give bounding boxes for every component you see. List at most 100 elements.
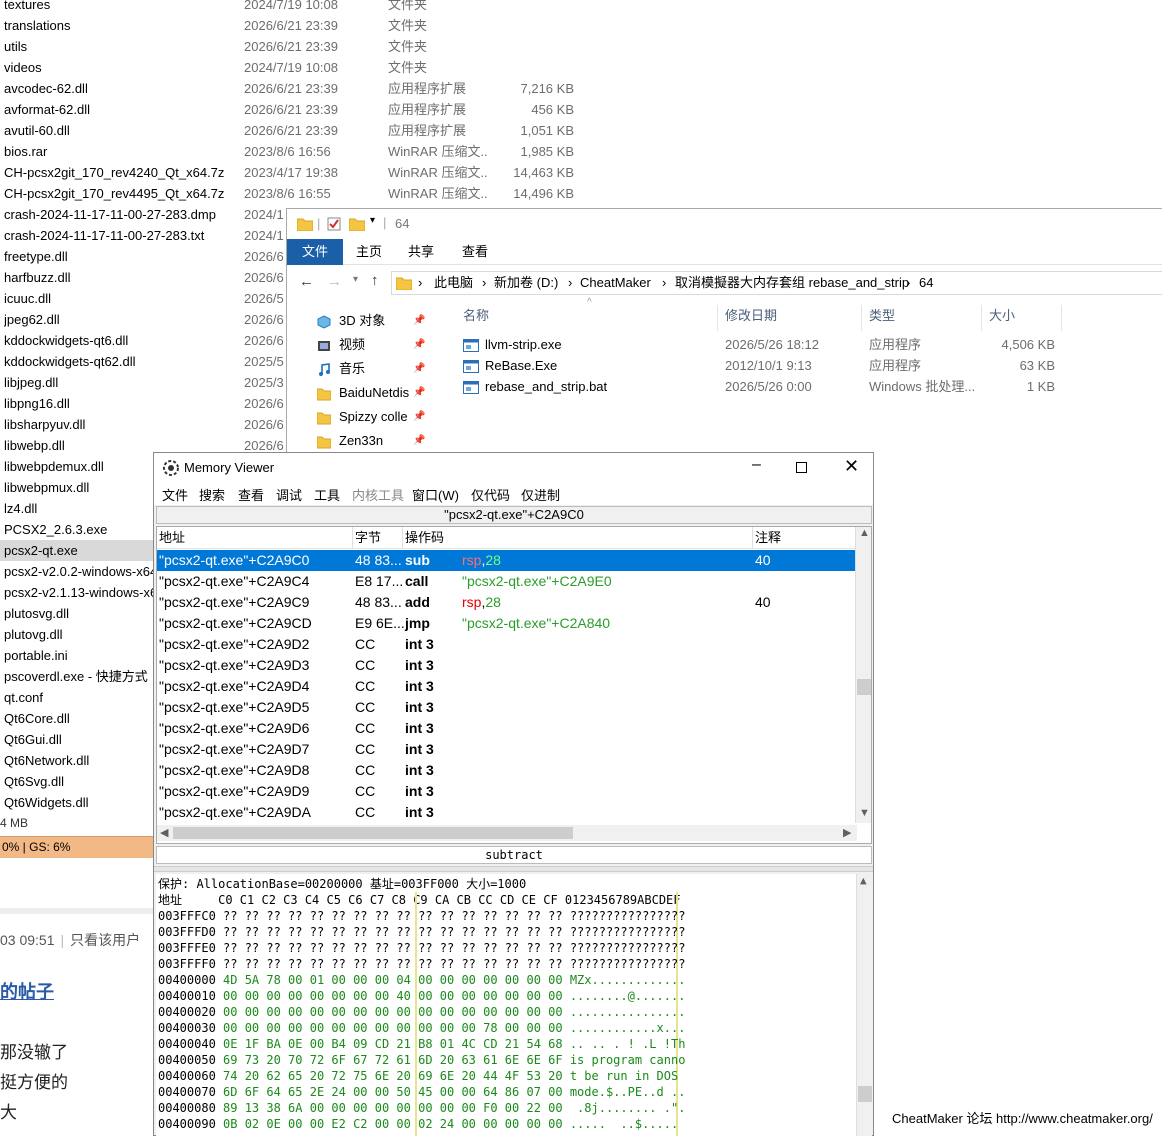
explorer-file-row[interactable]: llvm-strip.exe 2026/5/26 18:12 应用程序 4,506 K… <box>463 334 1063 355</box>
hex-line[interactable]: 00400090 0B 02 0E 00 00 E2 C2 00 00 02 2… <box>158 1116 678 1132</box>
disassembly-row[interactable]: "pcsx2-qt.exe"+C2A9C9 48 83... add rsp,28 40 <box>157 592 857 613</box>
column-bytes[interactable]: 字节 <box>353 527 403 549</box>
pin-icon[interactable]: 📌 <box>413 309 425 333</box>
hex-line[interactable]: 00400040 0E 1F BA 0E 00 B4 09 CD 21 B8 0… <box>158 1036 685 1052</box>
scroll-up-icon[interactable]: ▲ <box>860 874 867 887</box>
menu-window[interactable]: 窗口(W) <box>412 485 459 504</box>
breadcrumb-separator-icon[interactable]: › <box>568 272 572 294</box>
pin-icon[interactable]: 📌 <box>413 429 425 453</box>
forum-posts-link[interactable]: 的帖子 <box>0 978 54 1004</box>
hex-line[interactable]: 003FFFE0 ?? ?? ?? ?? ?? ?? ?? ?? ?? ?? ?… <box>158 940 685 956</box>
disassembly-row[interactable]: "pcsx2-qt.exe"+C2A9D9 CC int 3 <box>157 781 857 802</box>
forward-arrow-icon[interactable]: → <box>327 273 342 290</box>
column-separator[interactable] <box>981 305 982 331</box>
menu-kernel-tools[interactable]: 内核工具 <box>352 485 404 504</box>
hex-line[interactable]: 003FFFC0 ?? ?? ?? ?? ?? ?? ?? ?? ?? ?? ?… <box>158 908 685 924</box>
breadcrumb-this-pc[interactable]: 此电脑 <box>434 272 473 294</box>
menu-tools[interactable]: 工具 <box>314 485 340 504</box>
hex-view[interactable]: 保护: AllocationBase=00200000 基址=003FF000 … <box>156 874 872 1136</box>
disassembly-row[interactable]: "pcsx2-qt.exe"+C2A9D8 CC int 3 <box>157 760 857 781</box>
file-row[interactable]: translations 2026/6/21 23:39 文件夹 <box>0 15 590 36</box>
scrollbar-thumb[interactable] <box>857 679 871 695</box>
disassembly-row[interactable]: "pcsx2-qt.exe"+C2A9D6 CC int 3 <box>157 718 857 739</box>
address-bar[interactable]: › 此电脑 › 新加卷 (D:) › CheatMaker › 取消模擬器大内存… <box>391 271 1162 295</box>
column-comment[interactable]: 注释 <box>753 527 857 549</box>
column-address[interactable]: 地址 <box>157 527 353 549</box>
minimize-icon[interactable]: – <box>752 456 761 474</box>
tab-file[interactable]: 文件 <box>287 239 343 265</box>
hex-line[interactable]: 00400010 00 00 00 00 00 00 00 00 40 00 0… <box>158 988 685 1004</box>
scrollbar-thumb[interactable] <box>858 1086 872 1102</box>
breadcrumb-separator-icon[interactable]: › <box>482 272 486 294</box>
menu-debug[interactable]: 调试 <box>276 485 302 504</box>
hex-line[interactable]: 003FFFD0 ?? ?? ?? ?? ?? ?? ?? ?? ?? ?? ?… <box>158 924 685 940</box>
tab-share[interactable]: 共享 <box>395 239 447 265</box>
file-row[interactable]: CH-pcsx2git_170_rev4495_Qt_x64.7z 2023/8/… <box>0 183 590 204</box>
recent-locations-icon[interactable]: ▾ <box>353 274 358 285</box>
file-row[interactable]: CH-pcsx2git_170_rev4240_Qt_x64.7z 2023/4/… <box>0 162 590 183</box>
quick-access-dropdown-icon[interactable]: ▾ <box>370 215 375 226</box>
breadcrumb-cheatmaker[interactable]: CheatMaker <box>580 272 651 294</box>
hex-line[interactable]: 00400080 89 13 38 6A 00 00 00 00 00 00 0… <box>158 1100 685 1116</box>
menu-file[interactable]: 文件 <box>162 485 188 504</box>
new-folder-icon[interactable] <box>349 217 365 231</box>
disassembler-vertical-scrollbar[interactable]: ▲ ▼ <box>855 527 871 823</box>
disassembly-row[interactable]: "pcsx2-qt.exe"+C2A9CD E9 6E... jmp "pcsx2-q… <box>157 613 857 634</box>
hex-line[interactable]: 00400060 74 20 62 65 20 72 75 6E 20 69 6… <box>158 1068 685 1084</box>
scroll-right-icon[interactable]: ▶ <box>843 826 851 839</box>
file-row[interactable]: bios.rar 2023/8/6 16:56 WinRAR 压缩文... 1,985… <box>0 141 590 162</box>
operand-symbol[interactable]: "pcsx2-qt.exe"+C2A9E0 <box>462 573 612 589</box>
nav-item[interactable]: 音乐 📌 <box>317 357 427 381</box>
hex-line[interactable]: 00400000 4D 5A 78 00 01 00 00 00 04 00 0… <box>158 972 685 988</box>
breadcrumb-separator-icon[interactable]: › <box>906 272 910 294</box>
disassembly-row[interactable]: "pcsx2-qt.exe"+C2A9D2 CC int 3 <box>157 634 857 655</box>
tab-home[interactable]: 主页 <box>343 239 395 265</box>
file-row[interactable]: avcodec-62.dll 2026/6/21 23:39 应用程序扩展 7,216… <box>0 78 590 99</box>
file-row[interactable]: utils 2026/6/21 23:39 文件夹 <box>0 36 590 57</box>
properties-icon[interactable] <box>327 217 341 231</box>
disassembly-row[interactable]: "pcsx2-qt.exe"+C2A9C4 E8 17... call "pcsx2-… <box>157 571 857 592</box>
pin-icon[interactable]: 📌 <box>413 333 425 357</box>
disassembly-row[interactable]: "pcsx2-qt.exe"+C2A9D5 CC int 3 <box>157 697 857 718</box>
back-arrow-icon[interactable]: ← <box>299 273 314 290</box>
pane-splitter[interactable] <box>154 866 873 872</box>
hex-vertical-scrollbar[interactable]: ▲ <box>856 874 872 1136</box>
scroll-down-icon[interactable]: ▼ <box>859 807 870 819</box>
file-row[interactable]: avformat-62.dll 2026/6/21 23:39 应用程序扩展 456 … <box>0 99 590 120</box>
operand-symbol[interactable]: "pcsx2-qt.exe"+C2A840 <box>462 615 610 631</box>
column-separator[interactable] <box>1061 305 1062 331</box>
column-type[interactable]: 类型 <box>869 305 895 327</box>
hex-line[interactable]: 00400030 00 00 00 00 00 00 00 00 00 00 0… <box>158 1020 685 1036</box>
disassembly-row[interactable]: "pcsx2-qt.exe"+C2A9C0 48 83... sub rsp,28 40 <box>157 550 857 571</box>
disassembly-row[interactable]: "pcsx2-qt.exe"+C2A9D7 CC int 3 <box>157 739 857 760</box>
scrollbar-thumb[interactable] <box>173 827 573 839</box>
breadcrumb-drive[interactable]: 新加卷 (D:) <box>494 272 558 294</box>
column-size[interactable]: 大小 <box>989 305 1015 327</box>
column-separator[interactable] <box>717 305 718 331</box>
only-view-user-link[interactable]: 只看该用户 <box>70 932 140 948</box>
breadcrumb-64[interactable]: 64 <box>919 272 933 294</box>
file-row[interactable]: avutil-60.dll 2026/6/21 23:39 应用程序扩展 1,051 … <box>0 120 590 141</box>
menu-search[interactable]: 搜索 <box>199 485 225 504</box>
disassembler-horizontal-scrollbar[interactable]: ◀ ▶ <box>157 825 857 841</box>
nav-item[interactable]: BaiduNetdis 📌 <box>316 381 427 405</box>
column-separator[interactable] <box>861 305 862 331</box>
menu-hex-only[interactable]: 仅进制 <box>521 485 560 504</box>
hex-line[interactable]: 003FFFF0 ?? ?? ?? ?? ?? ?? ?? ?? ?? ?? ?… <box>158 956 685 972</box>
nav-item[interactable]: Spizzy colle 📌 <box>316 405 427 429</box>
explorer-file-row[interactable]: rebase_and_strip.bat 2026/5/26 0:00 Window… <box>463 376 1063 397</box>
hex-line[interactable]: 00400050 69 73 20 70 72 6F 67 72 61 6D 2… <box>158 1052 685 1068</box>
tab-view[interactable]: 查看 <box>449 239 501 265</box>
scroll-left-icon[interactable]: ◀ <box>160 826 168 839</box>
menu-code-only[interactable]: 仅代码 <box>471 485 510 504</box>
nav-item[interactable]: 视频 📌 <box>317 333 427 357</box>
explorer-file-row[interactable]: ReBase.Exe 2012/10/1 9:13 应用程序 63 KB <box>463 355 1063 376</box>
hex-line[interactable]: 00400020 00 00 00 00 00 00 00 00 00 00 0… <box>158 1004 685 1020</box>
up-arrow-icon[interactable]: ↑ <box>371 272 379 289</box>
disassembler-view[interactable]: 地址 字节 操作码 注释 "pcsx2-qt.exe"+C2A9C0 48 83.… <box>156 526 872 844</box>
disassembly-row[interactable]: "pcsx2-qt.exe"+C2A9D4 CC int 3 <box>157 676 857 697</box>
pin-icon[interactable]: 📌 <box>413 405 425 429</box>
pin-icon[interactable]: 📌 <box>413 381 425 405</box>
breadcrumb-rebase-folder[interactable]: 取消模擬器大内存套组 rebase_and_strip <box>675 272 909 294</box>
hex-line[interactable]: 00400070 6D 6F 64 65 2E 24 00 00 50 45 0… <box>158 1084 685 1100</box>
